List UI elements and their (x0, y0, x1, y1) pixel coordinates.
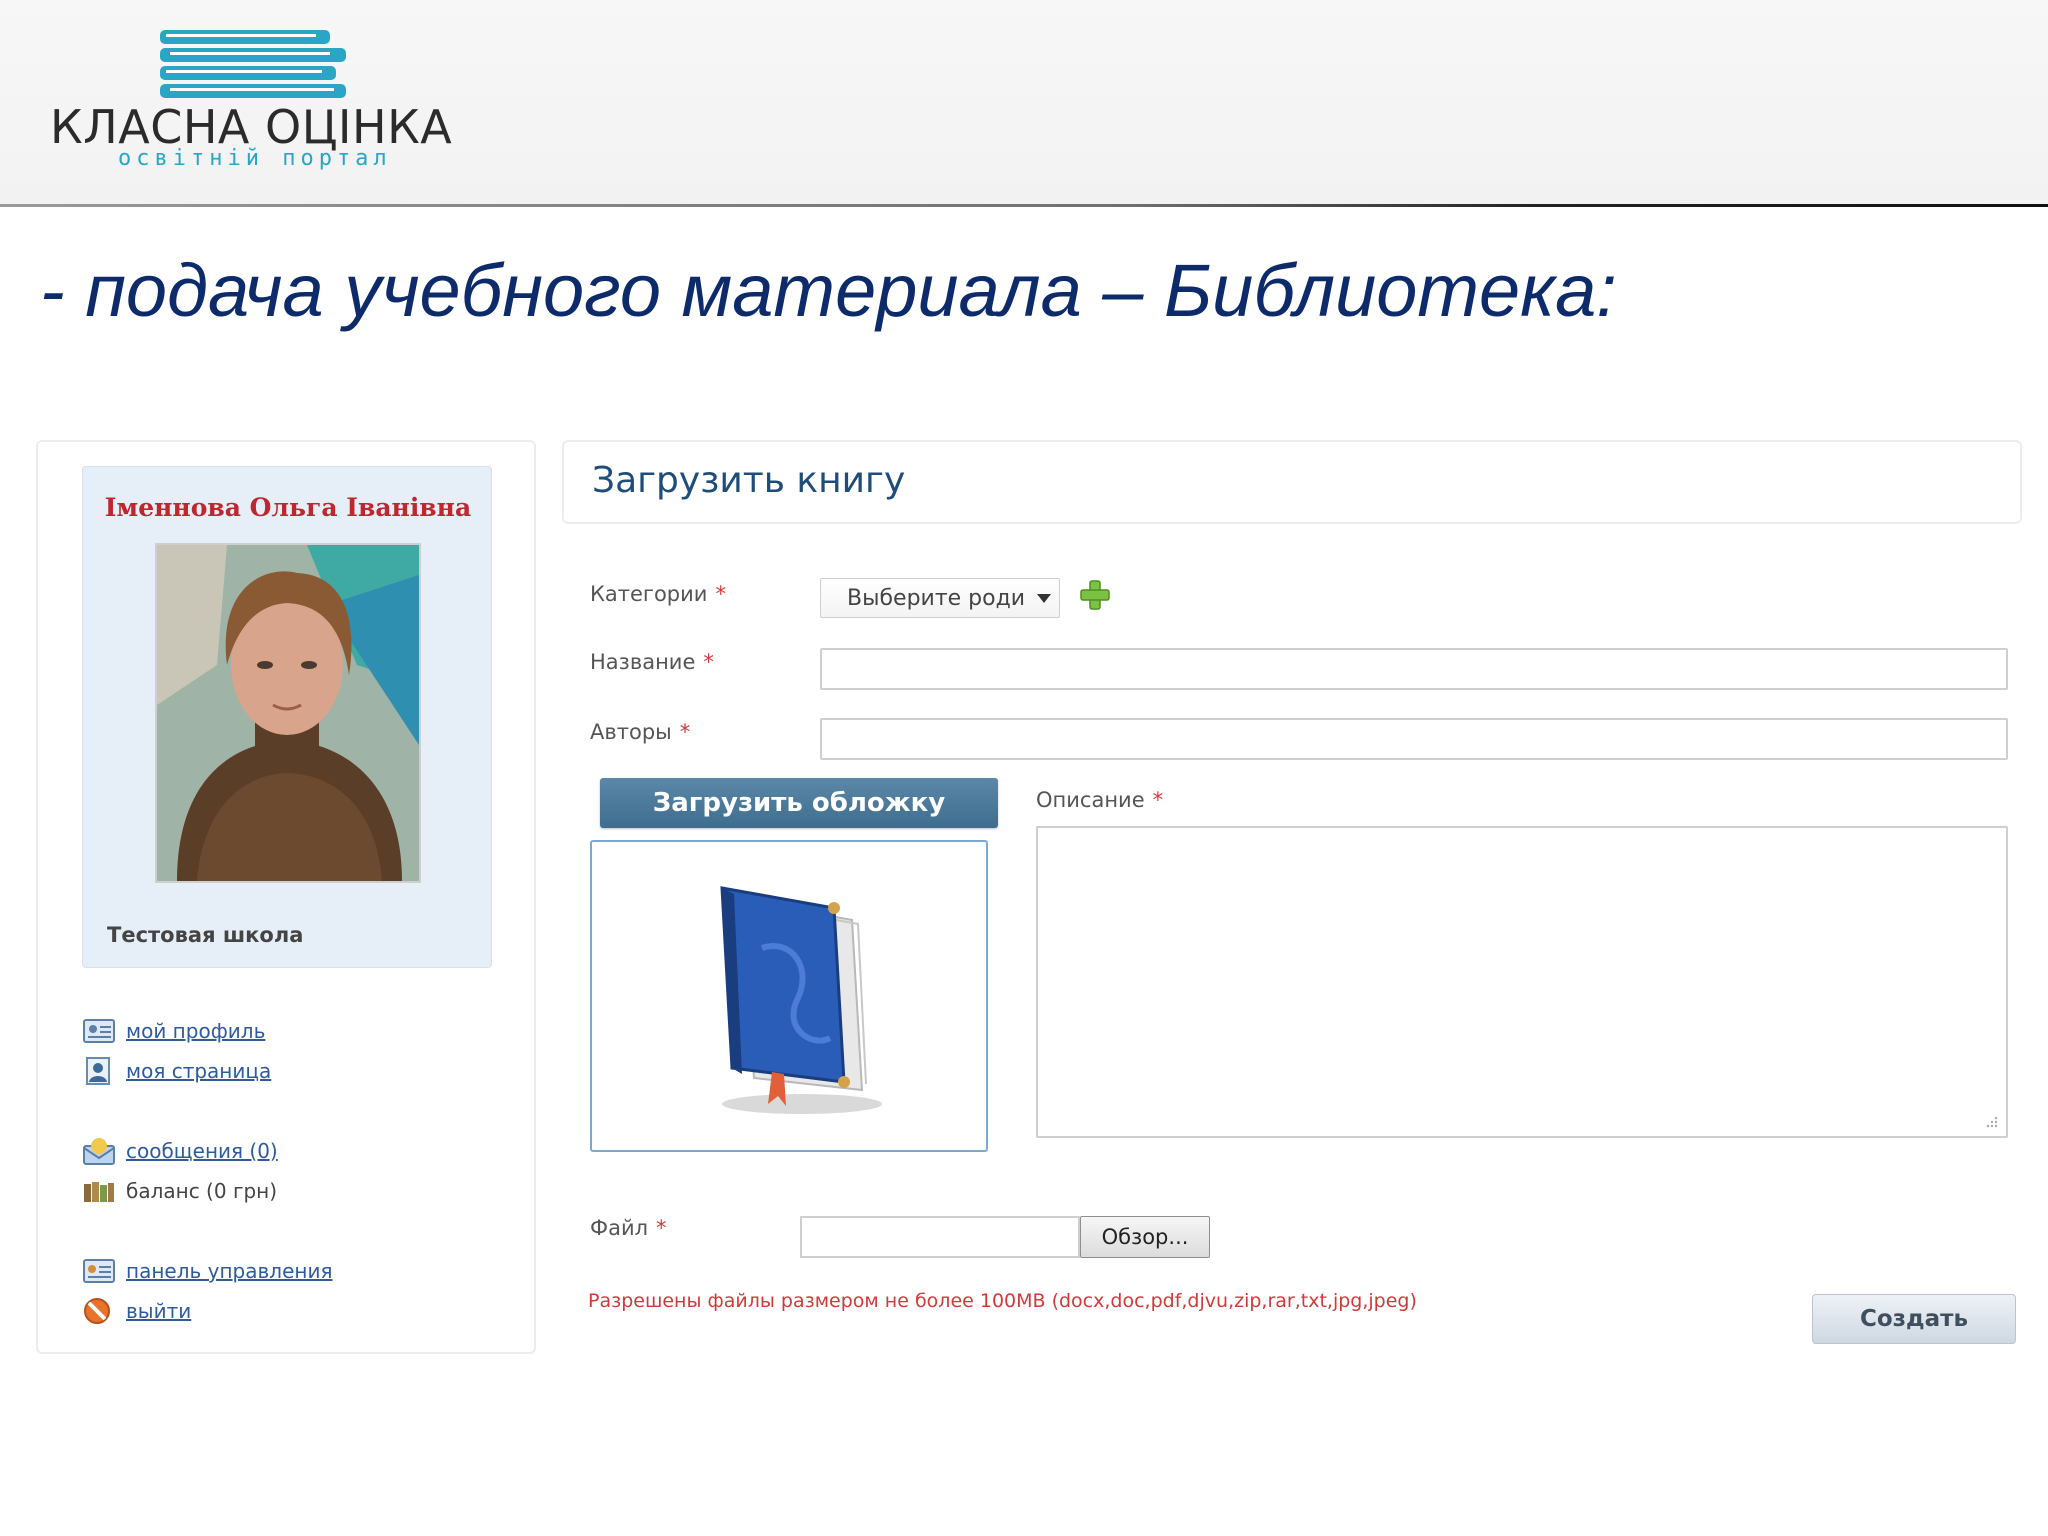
messages-icon (83, 1138, 115, 1165)
description-label: Описание * (1036, 788, 1164, 812)
browse-button[interactable]: Обзор... (1080, 1216, 1210, 1258)
menu-item-logout[interactable]: выйти (82, 1294, 191, 1328)
slide-title: - подача учебного материала – Библиотека… (40, 249, 1617, 332)
school-name: Тестовая школа (107, 923, 304, 947)
file-input[interactable] (800, 1216, 1080, 1258)
create-button[interactable]: Создать (1812, 1294, 2016, 1344)
categories-select[interactable]: Выберите роди (820, 578, 1060, 618)
header-divider (0, 204, 2048, 207)
menu-label-control-panel[interactable]: панель управления (126, 1259, 332, 1283)
form-title: Загрузить книгу (592, 460, 906, 501)
books-logo-icon (160, 30, 346, 98)
name-label: Название * (590, 650, 714, 674)
avatar (157, 545, 419, 881)
file-size-note: Разрешены файлы размером не более 100MB … (588, 1290, 1417, 1312)
categories-label: Категории * (590, 582, 726, 606)
menu-label-my-page[interactable]: моя страница (126, 1059, 271, 1083)
authors-input[interactable] (820, 718, 2008, 760)
menu-label-logout[interactable]: выйти (126, 1299, 191, 1323)
required-mark: * (703, 650, 714, 674)
resize-handle-icon[interactable] (1984, 1114, 1998, 1128)
book-icon (720, 886, 882, 1114)
form-header: Загрузить книгу (562, 440, 2022, 524)
site-header: КЛАСНА ОЦІНКА освітній портал (0, 0, 2048, 206)
menu-label-messages[interactable]: сообщения (0) (126, 1139, 278, 1163)
menu-item-my-profile[interactable]: мой профиль (82, 1014, 265, 1048)
menu-item-my-page[interactable]: моя страница (82, 1054, 271, 1088)
file-label: Файл * (590, 1216, 667, 1240)
profile-card: Іменнова Ольга Іванівна Тестовая школа (82, 466, 492, 968)
name-input[interactable] (820, 648, 2008, 690)
balance-icon (84, 1182, 114, 1202)
control-panel-icon (83, 1259, 115, 1283)
required-mark: * (656, 1216, 667, 1240)
profile-card-icon (83, 1019, 115, 1043)
categories-select-value: Выберите роди (847, 585, 1026, 611)
logout-icon (84, 1298, 110, 1324)
profile-photo (155, 543, 421, 883)
plus-icon[interactable] (1078, 578, 1112, 612)
upload-cover-button[interactable]: Загрузить обложку (600, 778, 998, 828)
logo-subtitle: освітній портал (118, 146, 392, 171)
required-mark: * (715, 582, 726, 606)
menu-label-my-profile[interactable]: мой профиль (126, 1019, 265, 1043)
menu-item-messages[interactable]: сообщения (0) (82, 1134, 278, 1168)
user-sidebar: Іменнова Ольга Іванівна Тестовая школа м… (36, 440, 536, 1354)
authors-label: Авторы * (590, 720, 691, 744)
cover-preview (590, 840, 988, 1152)
menu-item-control-panel[interactable]: панель управления (82, 1254, 332, 1288)
required-mark: * (1152, 788, 1164, 812)
profile-name: Іменнова Ольга Іванівна (104, 493, 472, 522)
description-textarea[interactable] (1036, 826, 2008, 1138)
user-page-icon (86, 1057, 110, 1085)
menu-item-balance: баланс (0 грн) (82, 1174, 277, 1208)
menu-label-balance: баланс (0 грн) (126, 1179, 278, 1203)
chevron-down-icon (1037, 593, 1052, 603)
required-mark: * (679, 720, 691, 744)
